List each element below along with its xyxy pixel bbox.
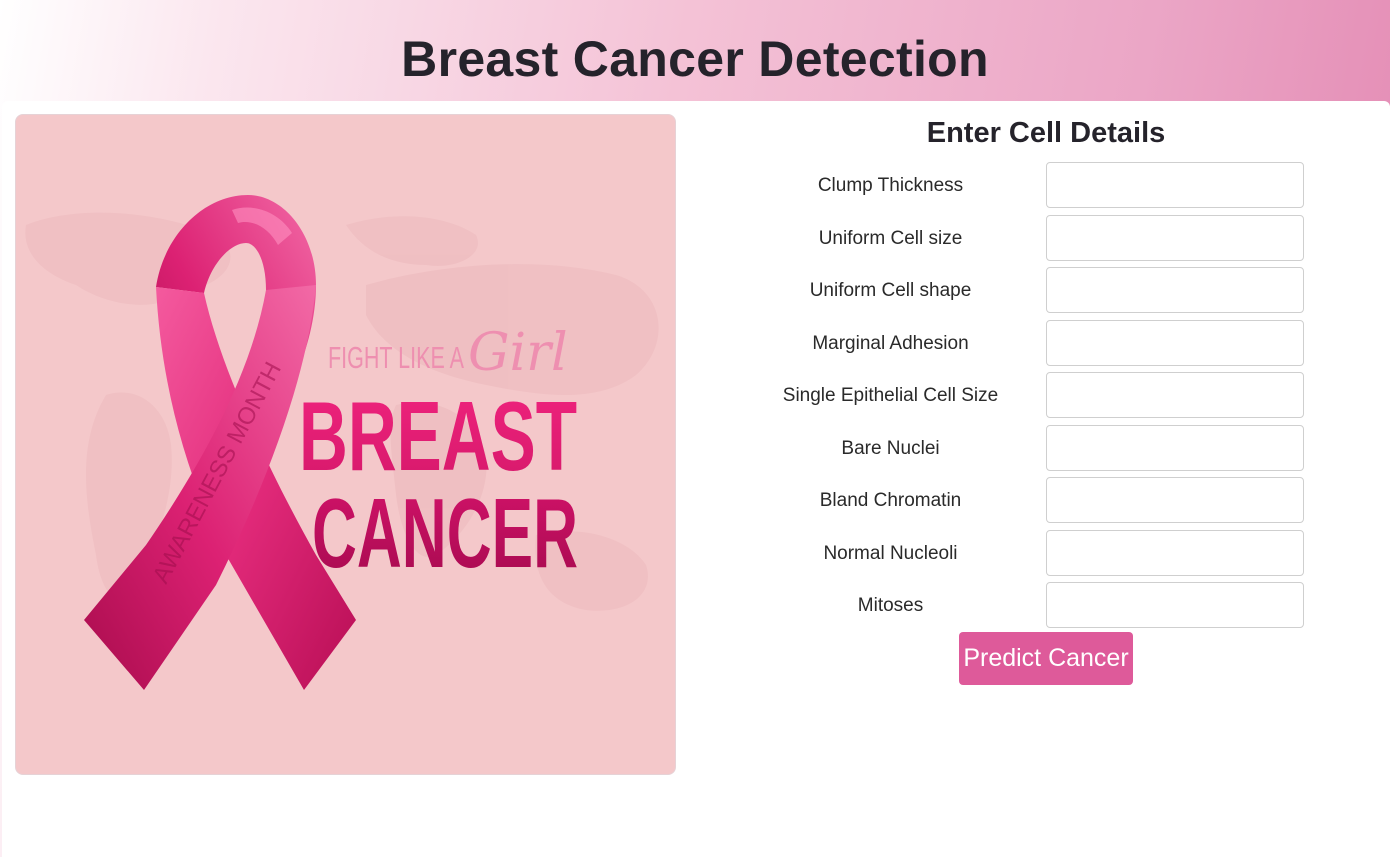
bland-chromatin-label: Bland Chromatin	[819, 490, 962, 511]
uniform-cell-shape-label: Uniform Cell shape	[809, 280, 972, 301]
fight-like-a-text: FIGHT LIKE A	[328, 340, 464, 375]
uniform-cell-size-label: Uniform Cell size	[818, 228, 963, 249]
bland-chromatin-input[interactable]	[1046, 477, 1304, 523]
form-row-clump-thickness: Clump Thickness	[740, 162, 1306, 210]
uniform-cell-shape-input[interactable]	[1046, 267, 1304, 313]
single-epithelial-cell-size-input[interactable]	[1046, 372, 1304, 418]
form-row-normal-nucleoli: Normal Nucleoli	[740, 530, 1306, 578]
form-row-uniform-cell-size: Uniform Cell size	[740, 215, 1306, 263]
form-row-bare-nuclei: Bare Nuclei	[740, 425, 1306, 473]
awareness-image: AWARENESS MONTH FIGHT LIKE A Girl BREAST…	[15, 114, 676, 775]
girl-script-text: Girl	[468, 323, 568, 383]
clump-thickness-input[interactable]	[1046, 162, 1304, 208]
single-epithelial-cell-size-label: Single Epithelial Cell Size	[782, 385, 999, 406]
predict-cancer-button[interactable]: Predict Cancer	[959, 632, 1133, 685]
form-row-single-epithelial-cell-size: Single Epithelial Cell Size	[740, 372, 1306, 420]
marginal-adhesion-label: Marginal Adhesion	[812, 333, 969, 354]
normal-nucleoli-label: Normal Nucleoli	[823, 543, 958, 564]
breast-text: BREAST	[299, 381, 577, 491]
marginal-adhesion-input[interactable]	[1046, 320, 1304, 366]
cancer-text: CANCER	[312, 478, 578, 588]
bare-nuclei-label: Bare Nuclei	[841, 438, 940, 459]
bare-nuclei-input[interactable]	[1046, 425, 1304, 471]
form-row-uniform-cell-shape: Uniform Cell shape	[740, 267, 1306, 315]
normal-nucleoli-input[interactable]	[1046, 530, 1304, 576]
form-heading: Enter Cell Details	[926, 117, 1166, 149]
form-row-bland-chromatin: Bland Chromatin	[740, 477, 1306, 525]
clump-thickness-label: Clump Thickness	[817, 175, 964, 196]
page-title: Breast Cancer Detection	[401, 31, 989, 87]
mitoses-label: Mitoses	[857, 595, 924, 616]
mitoses-input[interactable]	[1046, 582, 1304, 628]
form-row-mitoses: Mitoses	[740, 582, 1306, 630]
form-row-marginal-adhesion: Marginal Adhesion	[740, 320, 1306, 368]
uniform-cell-size-input[interactable]	[1046, 215, 1304, 261]
